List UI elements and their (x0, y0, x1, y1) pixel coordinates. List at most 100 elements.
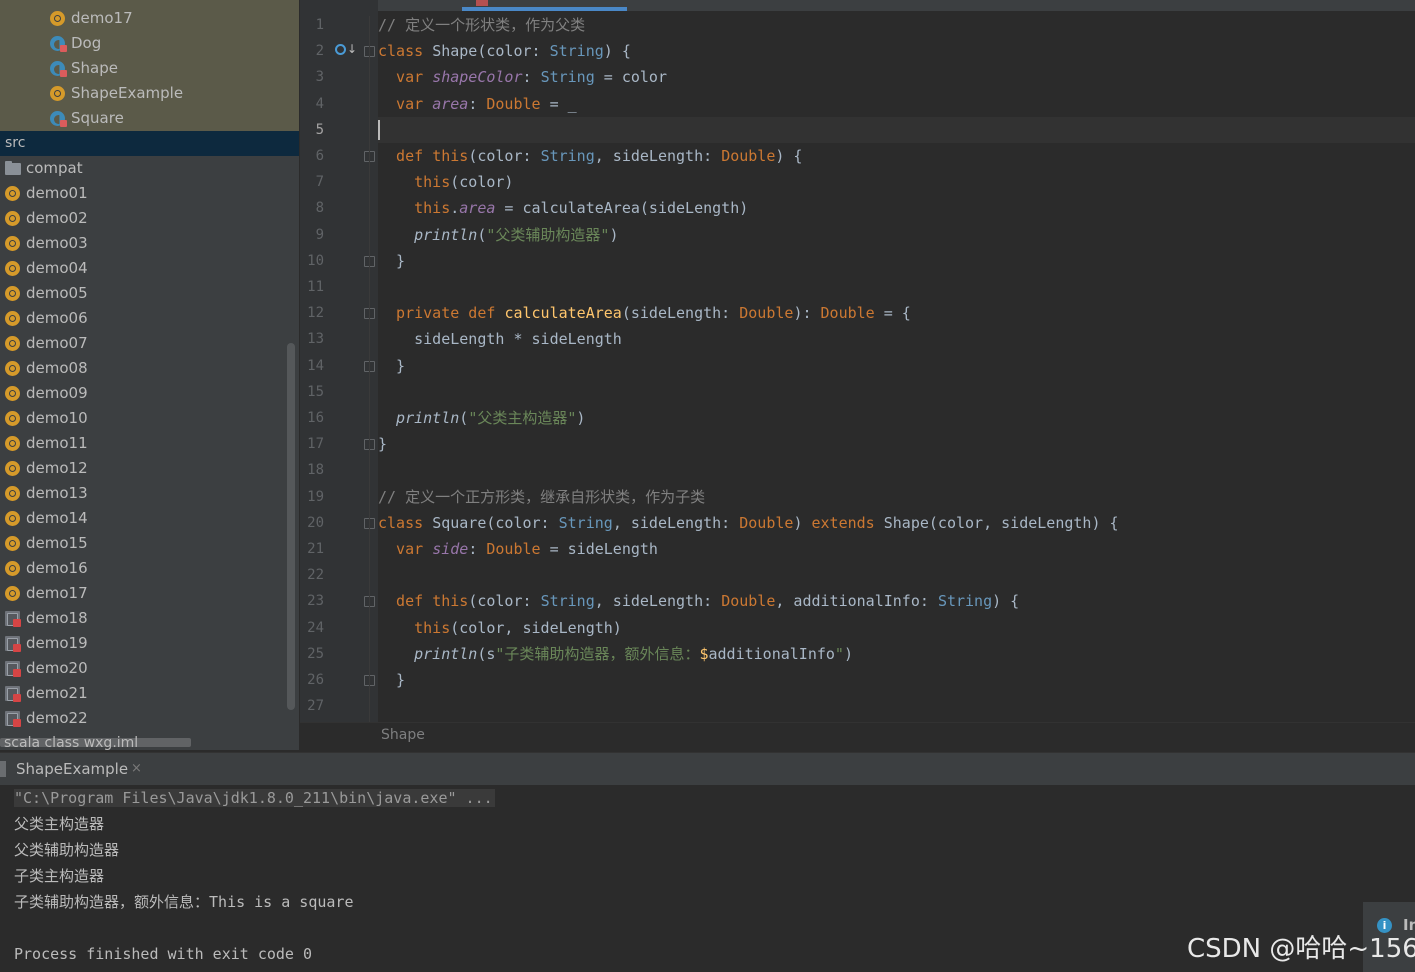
tree-item-label: demo13 (26, 484, 88, 502)
code-token: Double (739, 304, 794, 323)
active-tab-indicator[interactable] (462, 7, 627, 11)
line-number[interactable]: 26 (300, 667, 324, 693)
line-number[interactable]: 23 (300, 588, 324, 614)
line-number[interactable]: 25 (300, 641, 324, 667)
text-caret (378, 120, 380, 140)
code-editor[interactable]: 1 2 3 4 5 6 7 8 9 10 11 12 13 14 15 16 17 18 19 20 21 22 23 24 2… (300, 0, 1415, 750)
code-token: , sideLength: (594, 592, 722, 611)
code-line: private def calculateArea(sideLength: Do… (378, 300, 911, 326)
line-number[interactable]: 13 (300, 326, 324, 352)
down-arrow-icon: ↓ (347, 42, 358, 56)
breadcrumb[interactable]: Shape (381, 727, 425, 743)
console-line: 子类主构造器 (14, 863, 104, 889)
line-number[interactable]: 17 (300, 431, 324, 457)
line-number[interactable]: 2 (300, 38, 324, 64)
line-number[interactable]: 20 (300, 510, 324, 536)
object-icon (5, 261, 20, 276)
code-token: shapeColor (432, 68, 523, 87)
code-token: = { (874, 304, 911, 323)
run-config-icon (0, 761, 6, 777)
tree-item-label: demo14 (26, 509, 88, 527)
project-vertical-scrollbar[interactable] (287, 343, 295, 710)
code-token: String (540, 147, 595, 165)
line-number[interactable]: 4 (300, 91, 324, 117)
scala-file-icon (5, 686, 21, 702)
editor-gutter[interactable]: 1 2 3 4 5 6 7 8 9 10 11 12 13 14 15 16 17 18 19 20 21 22 23 24 2… (300, 0, 378, 722)
line-number[interactable]: 15 (300, 379, 324, 405)
code-token: Double (739, 513, 794, 532)
object-icon (5, 436, 20, 451)
line-number[interactable]: 16 (300, 405, 324, 431)
override-marker-icon[interactable] (335, 44, 346, 55)
tree-item-label: Square (71, 109, 124, 127)
code-token: Shape(color, sideLength) { (883, 513, 1119, 532)
tree-item-label: demo18 (26, 609, 88, 627)
code-token: String (540, 592, 595, 611)
watermark: CSDN @哈哈~156 (1187, 934, 1415, 964)
tree-item-label: demo17 (26, 584, 88, 602)
line-number[interactable]: 19 (300, 484, 324, 510)
code-token: , sideLength: (594, 147, 722, 165)
editor-tab-strip (300, 0, 1415, 11)
line-number[interactable]: 11 (300, 274, 324, 300)
line-number[interactable]: 14 (300, 353, 324, 379)
object-icon (5, 186, 20, 201)
code-token: // 定义一个正方形类，继承自形状类，作为子类 (378, 487, 706, 506)
line-number[interactable]: 21 (300, 536, 324, 562)
line-number[interactable]: 3 (300, 64, 324, 90)
code-token: private def (378, 304, 505, 323)
code-token: (color: (468, 147, 541, 165)
line-number[interactable]: 10 (300, 248, 324, 274)
tree-item-iml[interactable]: scala class wxg.iml (4, 733, 138, 750)
class-icon (50, 61, 67, 77)
object-icon (5, 236, 20, 251)
line-number[interactable]: 18 (300, 457, 324, 483)
tree-item-label: demo22 (26, 709, 88, 727)
tree-item-label: Dog (71, 34, 102, 52)
line-number[interactable]: 5 (300, 117, 324, 143)
line-number[interactable]: 12 (300, 300, 324, 326)
line-number[interactable]: 6 (300, 143, 324, 169)
line-number[interactable]: 7 (300, 169, 324, 195)
code-token: ) { (603, 42, 631, 61)
code-token: this (432, 147, 469, 165)
code-token: = color (594, 68, 667, 87)
run-panel-header: ShapeExample × (0, 752, 1415, 785)
line-number[interactable]: 27 (300, 693, 324, 719)
tree-item-label: Shape (71, 59, 118, 77)
close-icon[interactable]: × (131, 753, 142, 785)
scala-file-icon (5, 661, 21, 677)
code-token: println (378, 409, 460, 427)
code-token: this (378, 199, 451, 218)
tree-item-label: demo10 (26, 409, 88, 427)
code-token: ) (609, 225, 619, 244)
object-icon (5, 486, 20, 501)
line-number[interactable]: 9 (300, 222, 324, 248)
class-icon (50, 36, 67, 52)
code-token: (sideLength: (621, 304, 740, 323)
line-number[interactable]: 1 (300, 12, 324, 38)
code-token: println (378, 225, 478, 244)
tree-item-label: demo16 (26, 559, 88, 577)
code-token: = _ (540, 94, 577, 113)
code-token: Double (721, 147, 776, 165)
console-command: "C:\Program Files\Java\jdk1.8.0_211\bin\… (14, 789, 495, 807)
code-token: sideLength * sideLength (378, 330, 622, 349)
line-number[interactable]: 24 (300, 615, 324, 641)
code-token: Double (721, 592, 776, 611)
project-panel: demo17 Dog Shape ShapeExample Square src com… (0, 0, 299, 750)
tree-selected-package (0, 0, 299, 131)
code-line: def this(color: String, sideLength: Doub… (378, 143, 802, 169)
tree-item-label: demo06 (26, 309, 88, 327)
tree-item-label: demo12 (26, 459, 88, 477)
line-number[interactable]: 22 (300, 562, 324, 588)
console-line: 父类主构造器 (14, 811, 104, 837)
scala-file-icon (5, 636, 21, 652)
code-token: extends (811, 513, 884, 532)
object-icon (5, 386, 20, 401)
indent-guide (369, 16, 370, 722)
code-line: println("父类主构造器") (378, 405, 585, 431)
console-text: 子类主构造器 (14, 867, 105, 885)
tree-src-row[interactable]: src (0, 131, 299, 156)
line-number[interactable]: 8 (300, 195, 324, 221)
